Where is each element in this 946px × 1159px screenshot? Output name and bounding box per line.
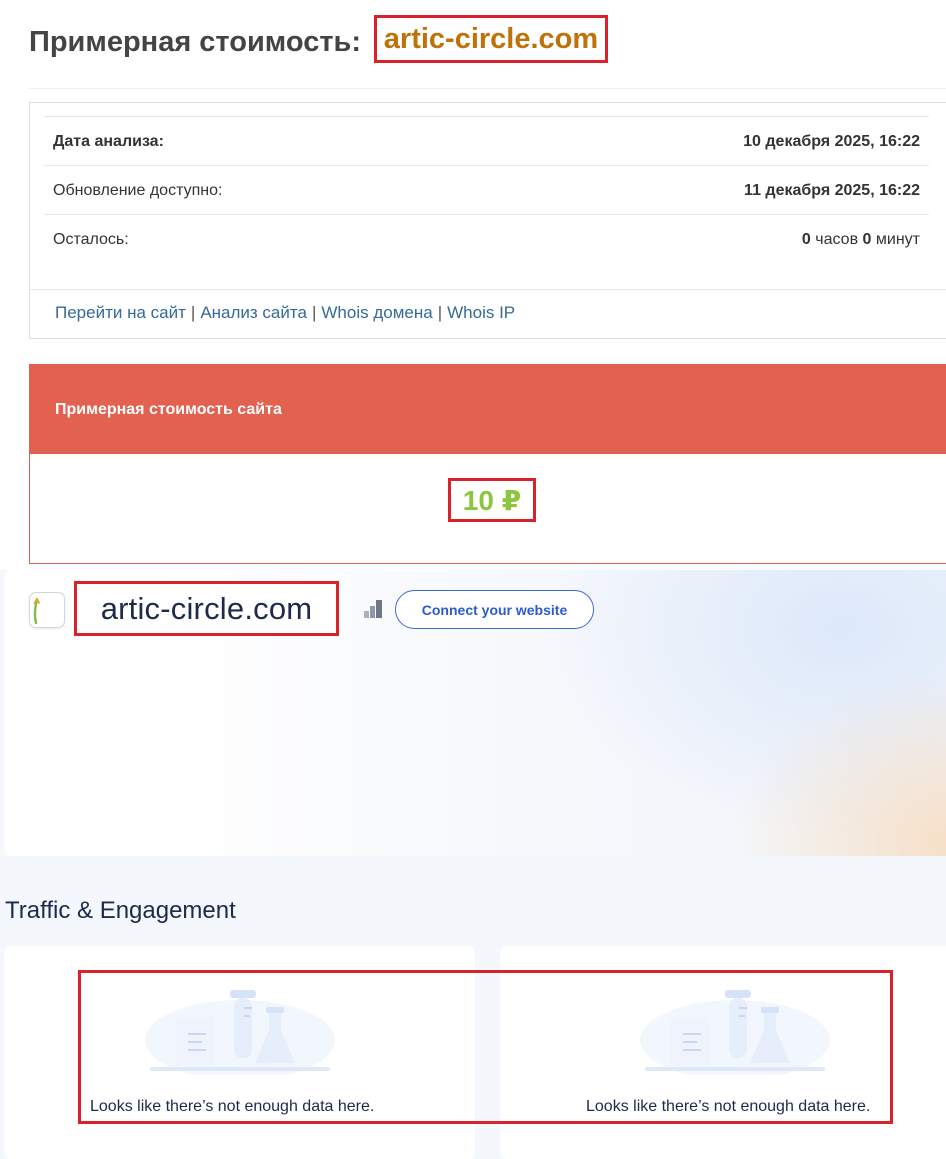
no-data-message: Looks like there’s not enough data here. — [90, 1098, 375, 1115]
remaining-hours-unit: часов — [815, 230, 859, 248]
whois-ip-link[interactable]: Whois IP — [447, 303, 515, 323]
update-available-label: Обновление доступно: — [53, 181, 223, 199]
links-divider — [30, 289, 946, 290]
remaining-value: 0 часов 0 минут — [802, 231, 920, 249]
analysis-date-label: Дата анализа: — [53, 132, 164, 150]
rank-bars-icon — [364, 600, 382, 618]
analysis-info-card: Дата анализа: 10 декабря 2025, 16:22 Обн… — [29, 102, 946, 339]
connect-website-label: Connect your website — [421, 601, 568, 618]
page-title: Примерная стоимость: — [29, 20, 361, 64]
site-cost-card: Примерная стоимость сайта 10 ₽ — [29, 364, 946, 564]
remaining-label: Осталось: — [53, 230, 129, 248]
remaining-row: Осталось: 0 часов 0 минут — [44, 214, 929, 264]
link-separator: | — [311, 303, 317, 322]
title-divider — [29, 88, 946, 89]
analysis-date-row: Дата анализа: 10 декабря 2025, 16:22 — [44, 116, 929, 166]
update-available-value: 11 декабря 2025, 16:22 — [744, 181, 920, 199]
lab-flasks-illustration — [145, 990, 335, 1075]
analysis-date-value: 10 декабря 2025, 16:22 — [743, 132, 920, 150]
site-domain: artic-circle.com — [100, 590, 313, 626]
traffic-engagement-heading: Traffic & Engagement — [5, 897, 236, 924]
goto-site-link[interactable]: Перейти на сайт — [55, 303, 186, 323]
site-analysis-link[interactable]: Анализ сайта — [200, 303, 307, 323]
remaining-minutes: 0 — [862, 230, 872, 248]
lab-flasks-illustration — [640, 990, 830, 1075]
site-cost-header: Примерная стоимость сайта — [30, 365, 946, 454]
remaining-hours: 0 — [801, 230, 811, 248]
favicon-icon — [29, 592, 65, 628]
site-cost-value-highlight: 10 ₽ — [448, 478, 536, 522]
page-title-prefix: Примерная стоимость: — [29, 25, 362, 58]
remaining-minutes-unit: минут — [875, 230, 920, 248]
link-separator: | — [437, 303, 443, 322]
title-domain: artic-circle.com — [383, 22, 599, 55]
site-cost-value: 10 ₽ — [462, 484, 522, 516]
title-domain-highlight: artic-circle.com — [374, 15, 608, 63]
no-data-message: Looks like there’s not enough data here. — [586, 1098, 871, 1115]
site-domain-highlight: artic-circle.com — [74, 581, 339, 636]
update-available-row: Обновление доступно: 11 декабря 2025, 16… — [44, 165, 929, 215]
site-links: Перейти на сайт | Анализ сайта | Whois д… — [55, 301, 515, 325]
connect-website-button[interactable]: Connect your website — [395, 590, 594, 629]
whois-domain-link[interactable]: Whois домена — [321, 303, 432, 323]
link-separator: | — [190, 303, 196, 322]
